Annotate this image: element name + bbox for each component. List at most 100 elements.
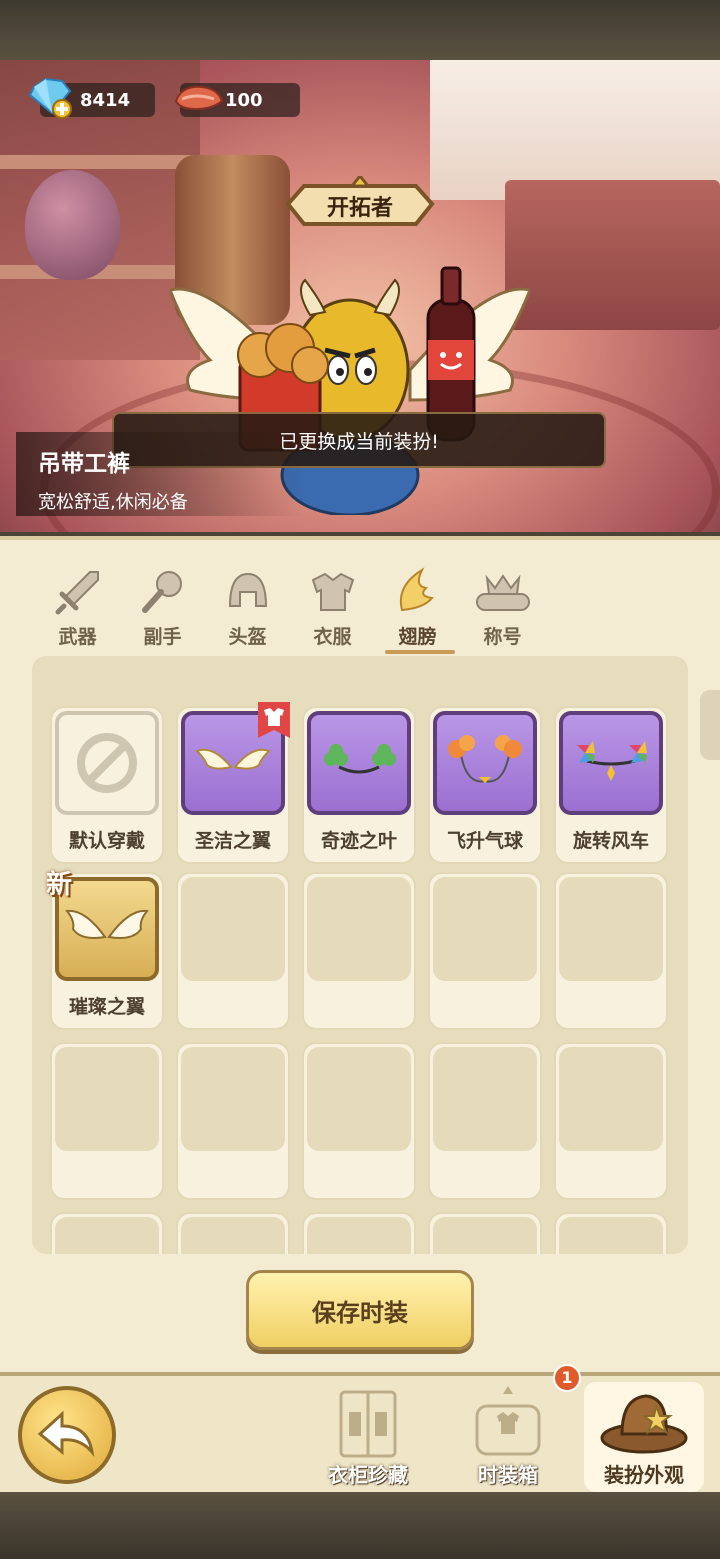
- tab-label: 称号: [483, 626, 522, 648]
- tab-label: 衣服: [313, 626, 352, 648]
- item-grid: 默认穿戴 圣洁之翼 奇迹之叶 飞升气球 旋转风车 新 璀璨之翼: [32, 656, 688, 1254]
- offhand-icon: [141, 571, 182, 613]
- tab-label: 武器: [58, 626, 97, 648]
- category-tabs: 武器 副手 头盔 衣服 翅膀 称号: [35, 564, 555, 654]
- item-frame: [559, 711, 663, 815]
- title-icon: [475, 574, 530, 611]
- equipment-panel: 武器 副手 头盔 衣服 翅膀 称号 默认穿戴 圣洁之翼 奇迹之叶 飞升气球 旋转…: [0, 536, 720, 1372]
- item-label: 默认穿戴: [68, 830, 145, 852]
- back-arrow-icon: [37, 1410, 95, 1457]
- back-button[interactable]: [18, 1386, 116, 1484]
- meat-counter[interactable]: 100: [174, 83, 300, 117]
- no-entry-icon: [77, 733, 137, 793]
- fashion-box-button[interactable]: 时装箱: [448, 1382, 568, 1492]
- item-frame: [307, 1217, 411, 1254]
- fashion-chest-icon: [475, 1386, 541, 1456]
- title-badge-text: 开拓者: [326, 196, 393, 221]
- sword-icon: [55, 571, 99, 615]
- item-slot-empty: [428, 872, 542, 1030]
- item-frame: [559, 1217, 663, 1254]
- item-slot-brilliant-wings[interactable]: 新 璀璨之翼: [46, 870, 164, 1030]
- gem-plus-icon: [28, 77, 72, 119]
- item-frame: [55, 711, 159, 815]
- item-frame: [181, 1047, 285, 1151]
- item-frame: [559, 877, 663, 981]
- wardrobe-icon: [339, 1390, 397, 1458]
- top-border: [0, 0, 720, 60]
- scene-drawer: [505, 180, 720, 330]
- pinwheel-icon: [577, 741, 647, 781]
- item-slot-empty: [428, 1212, 542, 1254]
- meat-count: 100: [225, 89, 263, 111]
- wardrobe-button[interactable]: 衣柜珍藏: [308, 1382, 428, 1492]
- save-outfit-button[interactable]: 保存时装: [246, 1270, 474, 1350]
- item-frame: [307, 711, 411, 815]
- scene-shelf: [0, 155, 200, 169]
- appearance-label: 装扮外观: [604, 1463, 684, 1487]
- clover-icon: [324, 744, 396, 774]
- item-slot-empty: [302, 1212, 416, 1254]
- item-description: 宽松舒适,休闲必备: [38, 492, 188, 513]
- bottom-nav: 衣柜珍藏 时装箱 装扮外观: [0, 1372, 720, 1492]
- tab-armor[interactable]: 衣服: [290, 564, 375, 654]
- item-slot-empty: [50, 1042, 164, 1200]
- tab-label: 副手: [143, 626, 182, 648]
- item-slot-default[interactable]: 默认穿戴: [50, 706, 164, 864]
- item-slot-empty: [428, 1042, 542, 1200]
- item-label: 奇迹之叶: [320, 830, 397, 852]
- hat-icon: [600, 1394, 688, 1454]
- item-slot-empty: [554, 872, 668, 1030]
- wing-icon: [399, 567, 434, 612]
- fashion-box-notification-badge: 1: [553, 1364, 581, 1392]
- equipped-shirt-icon: [258, 702, 290, 738]
- gem-count: 8414: [80, 89, 131, 111]
- bottom-border: [0, 1492, 720, 1559]
- item-slot-holy-wings[interactable]: 圣洁之翼: [176, 702, 290, 864]
- title-badge: 开拓者: [282, 173, 438, 232]
- item-slot-empty: [302, 1042, 416, 1200]
- item-slot-empty: [176, 1212, 290, 1254]
- tab-helmet[interactable]: 头盔: [205, 564, 290, 654]
- wardrobe-label: 衣柜珍藏: [328, 1463, 408, 1487]
- armor-icon: [311, 572, 354, 611]
- item-frame: [433, 711, 537, 815]
- item-slot-empty: [554, 1042, 668, 1200]
- gem-counter[interactable]: 8414: [28, 77, 155, 119]
- item-frame: [433, 1047, 537, 1151]
- tab-title[interactable]: 称号: [460, 564, 545, 654]
- balloon-icon: [448, 735, 522, 783]
- item-label: 圣洁之翼: [194, 830, 271, 852]
- fashion-box-label: 时装箱: [478, 1463, 538, 1487]
- item-frame: [55, 1047, 159, 1151]
- tab-label: 翅膀: [398, 626, 437, 648]
- brilliant-wings-icon: [65, 909, 149, 939]
- item-slot-empty: [176, 1042, 290, 1200]
- tab-weapon[interactable]: 武器: [35, 564, 120, 654]
- item-slot-empty: [50, 1212, 164, 1254]
- item-slot-empty: [176, 872, 290, 1030]
- item-frame: [181, 1217, 285, 1254]
- new-badge: 新: [46, 870, 73, 900]
- scene-egg: [25, 170, 120, 280]
- item-info: 吊带工裤 宽松舒适,休闲必备: [16, 432, 306, 516]
- item-label: 旋转风车: [572, 830, 649, 852]
- item-frame: [307, 1047, 411, 1151]
- item-slot-balloons[interactable]: 飞升气球: [428, 706, 542, 864]
- tab-label: 头盔: [228, 626, 267, 648]
- meat-icon: [174, 85, 224, 111]
- item-slot-empty: [554, 1212, 668, 1254]
- item-frame: [307, 877, 411, 981]
- item-frame: [433, 877, 537, 981]
- side-panel-handle[interactable]: [700, 690, 720, 760]
- item-frame: [55, 1217, 159, 1254]
- item-frame: [181, 877, 285, 981]
- item-frame: [433, 1217, 537, 1254]
- item-frame: [559, 1047, 663, 1151]
- item-slot-miracle-leaf[interactable]: 奇迹之叶: [302, 706, 416, 864]
- tab-offhand[interactable]: 副手: [120, 564, 205, 654]
- item-slot-windmill[interactable]: 旋转风车: [554, 706, 668, 864]
- appearance-button[interactable]: 装扮外观: [584, 1382, 704, 1492]
- item-label: 璀璨之翼: [68, 996, 145, 1018]
- helmet-icon: [228, 572, 267, 607]
- tab-wings[interactable]: 翅膀: [375, 564, 460, 654]
